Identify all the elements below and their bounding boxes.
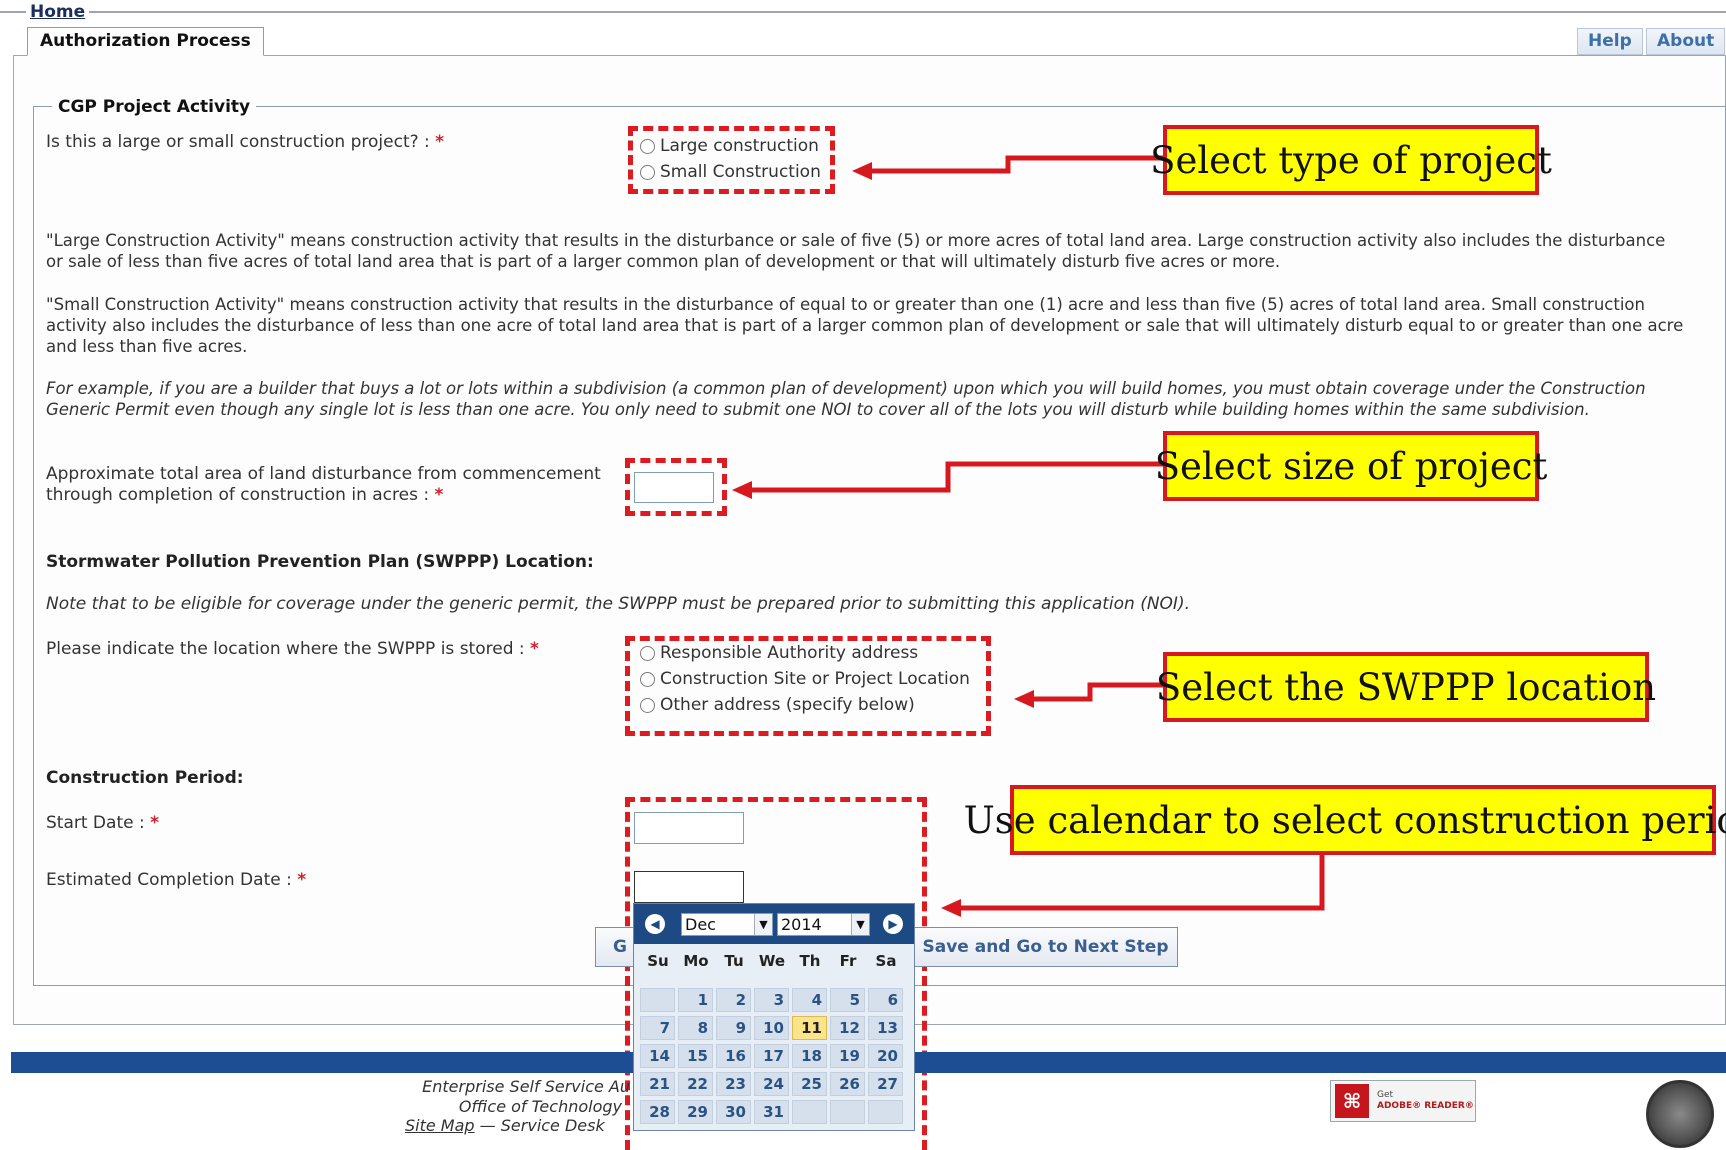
calendar-day[interactable]: 17 [754, 1044, 789, 1068]
calendar-day[interactable]: 23 [716, 1072, 751, 1096]
callout-construction-period: Use calendar to select construction peri… [964, 785, 1726, 855]
chevron-down-icon: ▼ [754, 914, 772, 935]
calendar-day[interactable]: 1 [678, 988, 713, 1012]
radio-large-construction[interactable]: Large construction [640, 133, 821, 159]
calendar-day[interactable]: 10 [754, 1016, 789, 1040]
month-select[interactable]: Dec ▼ [681, 913, 773, 936]
calendar-day[interactable]: 12 [830, 1016, 865, 1040]
state-seal-icon [1646, 1080, 1714, 1148]
callout-swppp-location: Select the SWPPP location [1156, 652, 1656, 722]
large-construction-definition: "Large Construction Activity" means cons… [46, 231, 1666, 271]
small-construction-definition: "Small Construction Activity" means cons… [46, 295, 1684, 356]
weekday-header: Su [647, 952, 669, 970]
calendar-day[interactable]: 22 [678, 1072, 713, 1096]
about-tab[interactable]: About [1646, 28, 1726, 55]
calendar-day[interactable]: 28 [640, 1100, 675, 1124]
project-type-radios: Large construction Small Construction [640, 133, 821, 185]
calendar-day-today[interactable]: 11 [792, 1016, 827, 1040]
weekday-header: We [758, 952, 786, 970]
weekday-header: Sa [875, 952, 897, 970]
weekday-header: Tu [724, 952, 744, 970]
tab-authorization-process[interactable]: Authorization Process [27, 27, 264, 56]
calendar-day[interactable]: 29 [678, 1100, 713, 1124]
year-select[interactable]: 2014 ▼ [777, 913, 870, 936]
calendar-day[interactable]: 4 [792, 988, 827, 1012]
calendar-day[interactable]: 7 [640, 1016, 675, 1040]
weekday-header: Fr [839, 952, 857, 970]
radio-button[interactable] [640, 671, 655, 687]
adobe-reader-badge[interactable]: ⌘ Get ADOBE® READER® [1330, 1080, 1476, 1122]
swppp-heading: Stormwater Pollution Prevention Plan (SW… [46, 552, 594, 572]
adobe-brand-text: ADOBE® READER® [1377, 1101, 1474, 1111]
help-tab[interactable]: Help [1577, 28, 1643, 55]
calendar-day[interactable]: 25 [792, 1072, 827, 1096]
construction-period-heading: Construction Period: [46, 768, 244, 788]
radio-responsible-authority[interactable]: Responsible Authority address [640, 640, 970, 666]
radio-button[interactable] [640, 138, 655, 154]
area-label: Approximate total area of land disturban… [46, 464, 601, 505]
calendar-header [634, 904, 914, 944]
chevron-down-icon: ▼ [851, 914, 869, 935]
adobe-pdf-icon: ⌘ [1335, 1084, 1369, 1118]
footer-line-2: Office of Technology [458, 1097, 622, 1116]
footer-links: Site Map — Service Desk [405, 1116, 605, 1135]
calendar-day[interactable]: 5 [830, 988, 865, 1012]
project-type-label: Is this a large or small construction pr… [46, 132, 444, 153]
radio-button[interactable] [640, 645, 655, 661]
radio-small-construction[interactable]: Small Construction [640, 159, 821, 185]
completion-date-label: Estimated Completion Date : * [46, 870, 307, 890]
calendar-day[interactable]: 21 [640, 1072, 675, 1096]
swppp-note: Note that to be eligible for coverage un… [46, 594, 1190, 614]
radio-other-address[interactable]: Other address (specify below) [640, 692, 970, 718]
radio-button[interactable] [640, 164, 655, 180]
header-rule [0, 11, 1726, 13]
calendar-day[interactable]: 30 [716, 1100, 751, 1124]
calendar-day[interactable]: 20 [868, 1044, 903, 1068]
calendar-empty-cell [640, 988, 675, 1012]
calendar-day[interactable]: 9 [716, 1016, 751, 1040]
home-link[interactable]: Home [26, 2, 90, 22]
calendar-empty-cell [792, 1100, 827, 1124]
weekday-header: Mo [683, 952, 709, 970]
calendar-day[interactable]: 14 [640, 1044, 675, 1068]
calendar-day[interactable]: 13 [868, 1016, 903, 1040]
example-note: For example, if you are a builder that b… [46, 379, 1646, 419]
required-mark: * [435, 132, 445, 152]
chevron-left-icon[interactable]: ◀ [645, 914, 665, 934]
adobe-get-text: Get [1377, 1090, 1394, 1100]
start-date-input[interactable] [634, 812, 744, 844]
completion-date-input[interactable] [634, 871, 744, 903]
calendar-day[interactable]: 3 [754, 988, 789, 1012]
save-next-button[interactable]: Save and Go to Next Step [905, 927, 1178, 967]
calendar-day[interactable]: 24 [754, 1072, 789, 1096]
chevron-right-icon[interactable]: ▶ [883, 914, 903, 934]
calendar-day[interactable]: 18 [792, 1044, 827, 1068]
calendar-day[interactable]: 6 [868, 988, 903, 1012]
fieldset-legend: CGP Project Activity [52, 97, 257, 117]
footer-line-1: Enterprise Self Service Au [422, 1077, 630, 1096]
radio-button[interactable] [640, 697, 655, 713]
project-type-question: Is this a large or small construction pr… [46, 132, 430, 152]
weekday-header: Th [799, 952, 821, 970]
service-desk-link[interactable]: Service Desk [501, 1116, 605, 1135]
start-date-label: Start Date : * [46, 813, 159, 833]
radio-construction-site[interactable]: Construction Site or Project Location [640, 666, 970, 692]
calendar-empty-cell [830, 1100, 865, 1124]
calendar-day[interactable]: 31 [754, 1100, 789, 1124]
calendar-day[interactable]: 15 [678, 1044, 713, 1068]
calendar-empty-cell [868, 1100, 903, 1124]
calendar-day[interactable]: 16 [716, 1044, 751, 1068]
calendar-day[interactable]: 2 [716, 988, 751, 1012]
area-input[interactable] [634, 472, 714, 503]
swppp-radios: Responsible Authority address Constructi… [640, 640, 970, 718]
calendar-day[interactable]: 8 [678, 1016, 713, 1040]
callout-project-type: Select type of project [1150, 125, 1552, 195]
calendar-day[interactable]: 27 [868, 1072, 903, 1096]
callout-project-size: Select size of project [1155, 431, 1547, 501]
calendar-day[interactable]: 19 [830, 1044, 865, 1068]
date-picker-popup: ◀ Dec ▼ 2014 ▼ ▶ Su Mo Tu We Th Fr Sa 12345678… [633, 903, 915, 1131]
swppp-question-label: Please indicate the location where the S… [46, 639, 539, 659]
calendar-day[interactable]: 26 [830, 1072, 865, 1096]
site-map-link[interactable]: Site Map [405, 1116, 475, 1135]
